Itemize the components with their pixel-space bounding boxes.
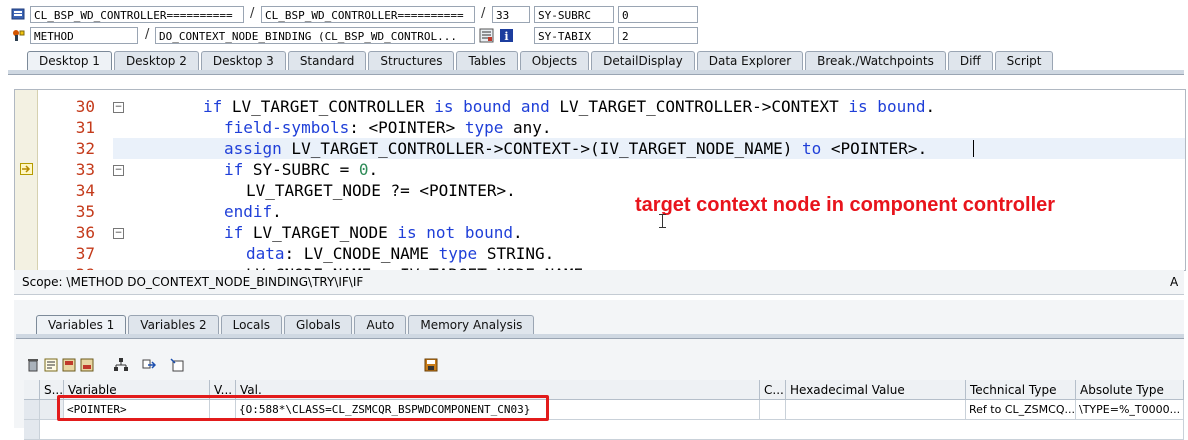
- collapse-icon[interactable]: −: [113, 228, 124, 239]
- tab-memory-analysis[interactable]: Memory Analysis: [408, 315, 535, 335]
- save-layout-icon[interactable]: [424, 358, 438, 372]
- separator: /: [145, 27, 150, 42]
- method-field[interactable]: DO_CONTEXT_NODE_BINDING (CL_BSP_WD_CONTR…: [155, 27, 475, 44]
- tab-diff[interactable]: Diff: [947, 51, 993, 71]
- scope-right-marker: A: [1170, 275, 1179, 289]
- svg-text:i: i: [504, 30, 508, 43]
- code-line: 32 assign LV_TARGET_CONTROLLER->CONTEXT-…: [15, 138, 1185, 159]
- load-variables-icon[interactable]: [80, 358, 94, 372]
- tab-data-explorer[interactable]: Data Explorer: [696, 51, 804, 71]
- line-number: 31: [75, 118, 95, 137]
- code-line: 33 − if SY-SUBRC = 0.: [15, 159, 1185, 180]
- mouse-ibeam-cursor: [659, 214, 666, 228]
- tab-objects[interactable]: Objects: [519, 51, 590, 71]
- include-field[interactable]: CL_BSP_WD_CONTROLLER==========: [261, 6, 475, 23]
- tab-standard[interactable]: Standard: [287, 51, 367, 71]
- line-number-field[interactable]: 33: [492, 6, 530, 23]
- technical-type-cell: Ref to CL_ZSMCQ...: [966, 400, 1076, 420]
- c-cell: [760, 400, 786, 420]
- grid-row-header-cell: [24, 380, 40, 400]
- variable-tab-bar: Variables 1 Variables 2 Locals Globals A…: [36, 315, 536, 335]
- line-number: 34: [75, 181, 95, 200]
- code-annotation: target context node in component control…: [635, 194, 1056, 216]
- tab-detail-display[interactable]: DetailDisplay: [591, 51, 695, 71]
- type-field: METHOD: [30, 27, 138, 44]
- column-header-hex-value[interactable]: Hexadecimal Value: [786, 380, 966, 400]
- code-line: 36 − if LV_TARGET_NODE is not bound.: [15, 222, 1185, 243]
- delete-icon[interactable]: [26, 358, 40, 372]
- column-header-technical-type[interactable]: Technical Type: [966, 380, 1076, 400]
- tab-desktop-3[interactable]: Desktop 3: [200, 51, 286, 71]
- collapse-icon[interactable]: −: [113, 102, 124, 113]
- line-number: 33: [75, 160, 95, 179]
- collapse-icon[interactable]: −: [113, 165, 124, 176]
- object-icon: [11, 7, 26, 22]
- system-variable-name: SY-SUBRC: [534, 6, 614, 23]
- hex-value-cell: [786, 400, 966, 420]
- code-line: 31 field-symbols: <POINTER> type any.: [15, 117, 1185, 138]
- separator: /: [481, 6, 486, 21]
- column-header-absolute-type[interactable]: Absolute Type: [1076, 380, 1184, 400]
- system-variable-name: SY-TABIX: [534, 27, 614, 44]
- tab-desktop-1[interactable]: Desktop 1: [27, 51, 112, 71]
- tab-locals[interactable]: Locals: [220, 315, 282, 335]
- tab-breakpoints-watchpoints[interactable]: Break./Watchpoints: [805, 51, 946, 71]
- tab-globals[interactable]: Globals: [283, 315, 353, 335]
- tab-script[interactable]: Script: [994, 51, 1054, 71]
- line-number: 32: [75, 139, 95, 158]
- current-line-arrow-icon: [20, 163, 33, 178]
- tab-desktop-2[interactable]: Desktop 2: [113, 51, 199, 71]
- tab-tables[interactable]: Tables: [456, 51, 518, 71]
- new-entry-icon[interactable]: [170, 358, 184, 372]
- code-line: 30 − if LV_TARGET_CONTROLLER is bound an…: [15, 96, 1185, 117]
- line-number: 30: [75, 97, 95, 116]
- grid-row-selector[interactable]: [24, 400, 40, 420]
- absolute-type-cell: \TYPE=%_T0000...: [1076, 400, 1184, 420]
- code-line: 37 data: LV_CNODE_NAME type STRING.: [15, 243, 1185, 264]
- empty-cell: [40, 420, 1184, 440]
- method-icon: [11, 28, 26, 43]
- detail-icon[interactable]: [44, 358, 58, 372]
- class-field[interactable]: CL_BSP_WD_CONTROLLER==========: [30, 6, 244, 23]
- separator: /: [250, 6, 255, 21]
- desktop-tab-bar: Desktop 1 Desktop 2 Desktop 3 Standard S…: [27, 51, 1055, 71]
- save-variables-icon[interactable]: [62, 358, 76, 372]
- transfer-icon[interactable]: [142, 358, 157, 372]
- tab-variables-2[interactable]: Variables 2: [128, 315, 219, 335]
- tab-variables-1[interactable]: Variables 1: [36, 315, 127, 335]
- grid-row-selector[interactable]: [24, 420, 40, 440]
- text-cursor: [973, 140, 974, 157]
- tab-auto[interactable]: Auto: [354, 315, 407, 335]
- tab-structures[interactable]: Structures: [368, 51, 455, 71]
- line-number: 35: [75, 202, 95, 221]
- line-number: 36: [75, 223, 95, 242]
- info-icon[interactable]: i: [499, 28, 514, 43]
- system-variable-value: 2: [618, 27, 698, 44]
- scope-text: Scope: \METHOD DO_CONTEXT_NODE_BINDING\T…: [22, 275, 364, 289]
- highlight-box: [57, 395, 549, 421]
- tab-bar-baseline: [8, 70, 1184, 75]
- variable-tab-baseline: [16, 334, 1184, 339]
- hierarchy-icon[interactable]: [114, 358, 128, 372]
- column-header-c[interactable]: C...: [760, 380, 786, 400]
- line-number: 37: [75, 244, 95, 263]
- system-variable-value: 0: [618, 6, 698, 23]
- code-editor[interactable]: 30 − if LV_TARGET_CONTROLLER is bound an…: [14, 89, 1186, 271]
- navigate-icon[interactable]: [479, 28, 494, 43]
